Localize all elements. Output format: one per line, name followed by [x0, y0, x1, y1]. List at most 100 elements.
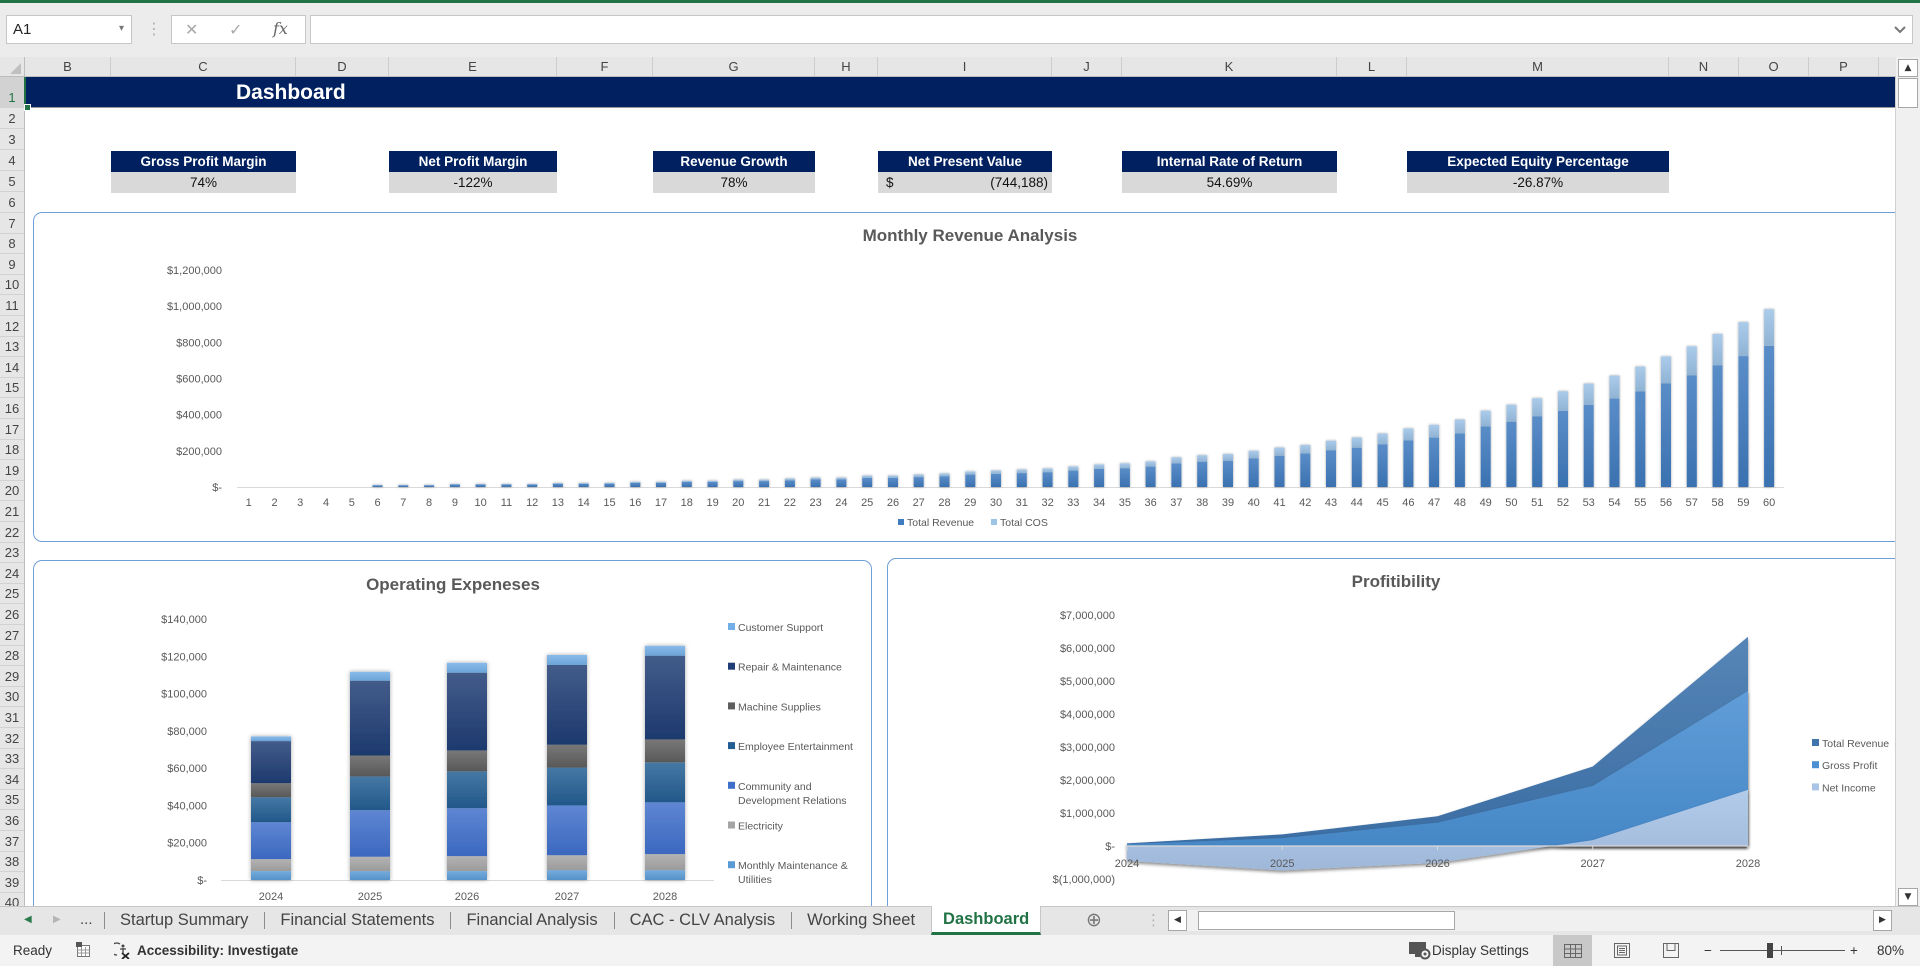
bar-total-revenue-month-59[interactable] [1738, 356, 1749, 487]
bar-total-cos-month-19[interactable] [707, 480, 718, 482]
tab-split-handle-icon[interactable]: ⋮ [1146, 911, 1161, 929]
bar-total-revenue-month-14[interactable] [578, 483, 589, 487]
bar-total-revenue-month-54[interactable] [1609, 398, 1620, 487]
bar-total-cos-month-20[interactable] [733, 479, 744, 482]
bar-total-cos-month-11[interactable] [501, 483, 512, 485]
bar-total-revenue-month-53[interactable] [1583, 404, 1594, 487]
bar-customer-support-2028[interactable] [645, 645, 685, 656]
bar-total-cos-month-35[interactable] [1119, 463, 1130, 469]
bar-total-cos-month-44[interactable] [1351, 437, 1362, 448]
bar-total-revenue-month-16[interactable] [630, 482, 641, 487]
sheet-tab-cac-clv-analysis[interactable]: CAC - CLV Analysis [613, 906, 792, 935]
bar-machine-supplies-2024[interactable] [251, 783, 291, 798]
row-header-5[interactable]: 5 [0, 171, 24, 192]
sheet-tab-financial-statements[interactable]: Financial Statements [264, 906, 450, 935]
more-sheets-button[interactable]: ... [80, 911, 93, 928]
bar-total-cos-month-24[interactable] [836, 477, 847, 480]
legend-item-net-income[interactable]: Net Income [1812, 782, 1876, 794]
bar-total-cos-month-25[interactable] [862, 475, 873, 478]
bar-total-revenue-month-15[interactable] [604, 483, 615, 487]
sheet-tab-working-sheet[interactable]: Working Sheet [791, 906, 931, 935]
bar-total-revenue-month-33[interactable] [1068, 470, 1079, 487]
zoom-level[interactable]: 80% [1877, 943, 1904, 958]
bar-total-cos-month-7[interactable] [398, 484, 409, 486]
bar-community-and-development-relations-2026[interactable] [447, 808, 487, 857]
scroll-left-button[interactable]: ◀ [1168, 910, 1187, 931]
row-header-18[interactable]: 18 [0, 440, 24, 461]
bar-total-cos-month-34[interactable] [1094, 464, 1105, 469]
bar-monthly-maintenance-utilities-2026[interactable] [447, 871, 487, 880]
legend-item-employee-entertainment[interactable]: Employee Entertainment [728, 741, 853, 753]
bar-monthly-maintenance-utilities-2028[interactable] [645, 870, 685, 880]
row-header-30[interactable]: 30 [0, 687, 24, 708]
bar-total-revenue-month-22[interactable] [784, 480, 795, 487]
row-header-2[interactable]: 2 [0, 108, 24, 129]
bar-total-revenue-month-47[interactable] [1429, 437, 1440, 487]
bar-total-cos-month-51[interactable] [1532, 398, 1543, 417]
bar-total-revenue-month-25[interactable] [862, 478, 873, 487]
kpi-net-profit-margin[interactable]: Net Profit Margin -122% [389, 151, 557, 193]
row-header-3[interactable]: 3 [0, 129, 24, 150]
bar-total-revenue-month-24[interactable] [836, 479, 847, 488]
row-header-33[interactable]: 33 [0, 749, 24, 770]
bar-total-cos-month-13[interactable] [552, 483, 563, 484]
bar-total-revenue-month-38[interactable] [1197, 461, 1208, 487]
bar-employee-entertainment-2026[interactable] [447, 771, 487, 809]
bar-total-cos-month-26[interactable] [888, 475, 898, 478]
row-header-29[interactable]: 29 [0, 666, 24, 687]
row-header-32[interactable]: 32 [0, 728, 24, 749]
bar-total-cos-month-48[interactable] [1454, 419, 1465, 434]
row-header-40[interactable]: 40 [0, 893, 24, 906]
row-header-38[interactable]: 38 [0, 852, 24, 873]
bar-total-cos-month-29[interactable] [965, 471, 976, 475]
legend-item-total-revenue[interactable]: Total Revenue [1812, 738, 1889, 750]
macro-recording-icon[interactable] [76, 942, 91, 958]
bar-monthly-maintenance-utilities-2024[interactable] [251, 871, 291, 880]
bar-total-revenue-month-42[interactable] [1300, 453, 1311, 488]
bar-repair-maintenance-2025[interactable] [350, 680, 390, 756]
bar-total-cos-month-32[interactable] [1042, 468, 1053, 473]
bar-total-cos-month-41[interactable] [1274, 447, 1285, 456]
bar-machine-supplies-2028[interactable] [645, 739, 685, 763]
bar-total-cos-month-52[interactable] [1558, 391, 1568, 411]
bar-total-revenue-month-8[interactable] [424, 485, 435, 487]
bar-total-cos-month-54[interactable] [1609, 375, 1620, 399]
bar-total-revenue-month-20[interactable] [733, 481, 744, 487]
bar-total-revenue-month-28[interactable] [939, 476, 950, 487]
scroll-up-button[interactable]: ▲ [1898, 59, 1918, 77]
kpi-revenue-growth[interactable]: Revenue Growth 78% [653, 151, 815, 193]
formula-input[interactable] [310, 15, 1913, 44]
bar-total-cos-month-10[interactable] [475, 483, 486, 485]
legend-item-customer-support[interactable]: Customer Support [728, 622, 823, 634]
bar-total-cos-month-36[interactable] [1145, 461, 1156, 467]
legend-item-electricity[interactable]: Electricity [728, 821, 784, 833]
cancel-icon[interactable]: ✕ [185, 20, 198, 39]
row-header-39[interactable]: 39 [0, 872, 24, 893]
horizontal-scroll-thumb[interactable] [1198, 911, 1455, 930]
bar-machine-supplies-2027[interactable] [547, 744, 587, 768]
expand-formula-bar-icon[interactable] [1894, 25, 1906, 35]
bar-total-cos-month-23[interactable] [810, 477, 821, 480]
sheet-tab-startup-summary[interactable]: Startup Summary [104, 906, 264, 935]
bar-total-revenue-month-10[interactable] [475, 484, 486, 487]
chart-operating-expenses[interactable]: Operating Expeneses $- $20,000 $40,000 $60,0… [33, 560, 872, 906]
vertical-scrollbar[interactable]: ▲ ▼ [1896, 57, 1920, 906]
bar-total-revenue-month-41[interactable] [1274, 455, 1285, 487]
bar-total-cos-month-45[interactable] [1377, 433, 1388, 445]
dashboard-header-band[interactable]: Dashboard [25, 77, 1895, 108]
zoom-in-button[interactable]: + [1850, 943, 1858, 958]
bar-total-cos-month-40[interactable] [1248, 450, 1259, 459]
bar-total-cos-month-16[interactable] [630, 481, 641, 483]
bar-total-revenue-month-17[interactable] [656, 482, 666, 487]
sheet-tab-dashboard[interactable]: Dashboard [931, 906, 1042, 935]
bar-total-revenue-month-52[interactable] [1558, 410, 1568, 487]
column-header-p[interactable]: P [1809, 57, 1879, 76]
bar-total-revenue-month-6[interactable] [372, 485, 383, 487]
bar-total-cos-month-9[interactable] [449, 483, 460, 485]
bar-total-cos-month-33[interactable] [1068, 466, 1079, 471]
bar-total-cos-month-53[interactable] [1583, 383, 1594, 405]
row-header-23[interactable]: 23 [0, 543, 24, 564]
vertical-scroll-thumb[interactable] [1898, 78, 1918, 108]
bar-total-cos-month-49[interactable] [1480, 410, 1491, 427]
bar-total-cos-month-43[interactable] [1326, 440, 1336, 451]
